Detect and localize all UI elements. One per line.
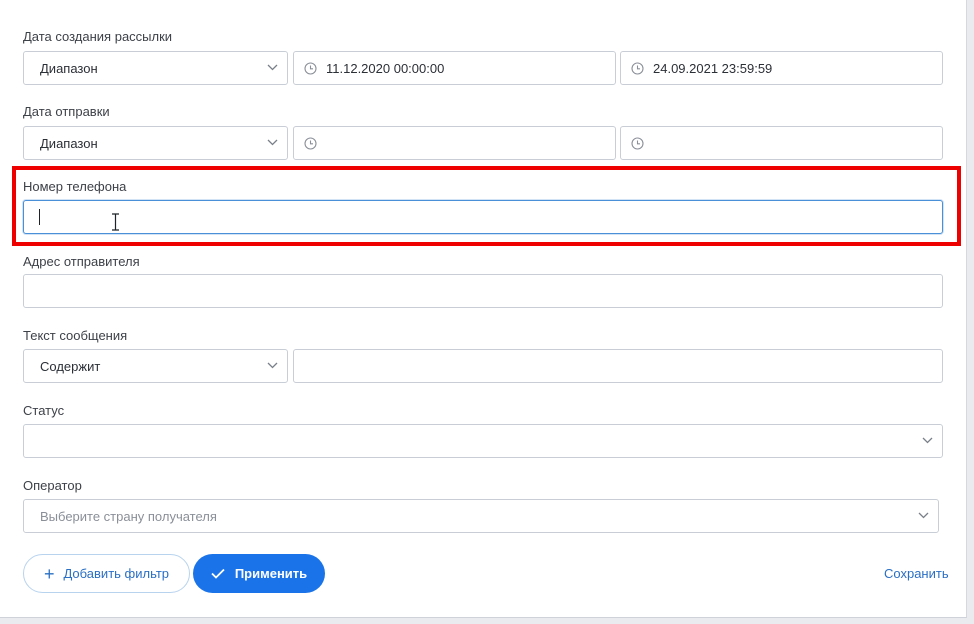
operator-select[interactable]: Выберите страну получателя	[23, 499, 939, 533]
creation-date-from-input[interactable]: 11.12.2020 00:00:00	[293, 51, 616, 85]
apply-button[interactable]: Применить	[193, 554, 325, 593]
clock-icon	[631, 136, 644, 150]
sender-input[interactable]	[23, 274, 943, 308]
message-mode-select[interactable]: Содержит	[23, 349, 288, 383]
operator-placeholder: Выберите страну получателя	[40, 508, 217, 524]
add-filter-label: Добавить фильтр	[63, 566, 170, 581]
chevron-down-icon	[267, 139, 278, 148]
creation-date-to-input[interactable]: 24.09.2021 23:59:59	[620, 51, 943, 85]
creation-date-from-value: 11.12.2020 00:00:00	[326, 60, 445, 76]
message-text-input[interactable]	[293, 349, 943, 383]
send-date-mode-value: Диапазон	[40, 135, 98, 151]
chevron-down-icon	[918, 512, 929, 521]
add-filter-button[interactable]: + Добавить фильтр	[23, 554, 190, 593]
status-select[interactable]	[23, 424, 943, 458]
creation-date-mode-value: Диапазон	[40, 60, 98, 76]
chevron-down-icon	[922, 437, 933, 446]
clock-icon	[631, 61, 644, 75]
clock-icon	[304, 136, 317, 150]
send-date-label: Дата отправки	[23, 104, 110, 119]
send-date-to-input[interactable]	[620, 126, 943, 160]
message-mode-value: Содержит	[40, 358, 101, 374]
plus-icon: +	[43, 563, 55, 584]
chevron-down-icon	[267, 64, 278, 73]
apply-label: Применить	[234, 566, 308, 581]
chevron-down-icon	[267, 362, 278, 371]
sender-label: Адрес отправителя	[23, 254, 140, 269]
send-date-mode-select[interactable]: Диапазон	[23, 126, 288, 160]
check-icon	[211, 568, 225, 579]
creation-date-to-value: 24.09.2021 23:59:59	[653, 60, 773, 76]
operator-label: Оператор	[23, 478, 82, 493]
status-label: Статус	[23, 403, 65, 418]
creation-date-mode-select[interactable]: Диапазон	[23, 51, 288, 85]
send-date-from-input[interactable]	[293, 126, 616, 160]
highlight-box	[12, 166, 961, 246]
clock-icon	[304, 61, 317, 75]
creation-date-label: Дата создания рассылки	[23, 29, 173, 44]
filter-panel: Дата создания рассылки Диапазон 11.12.20…	[0, 0, 967, 618]
message-label: Текст сообщения	[23, 328, 128, 343]
save-link[interactable]: Сохранить	[884, 566, 949, 581]
